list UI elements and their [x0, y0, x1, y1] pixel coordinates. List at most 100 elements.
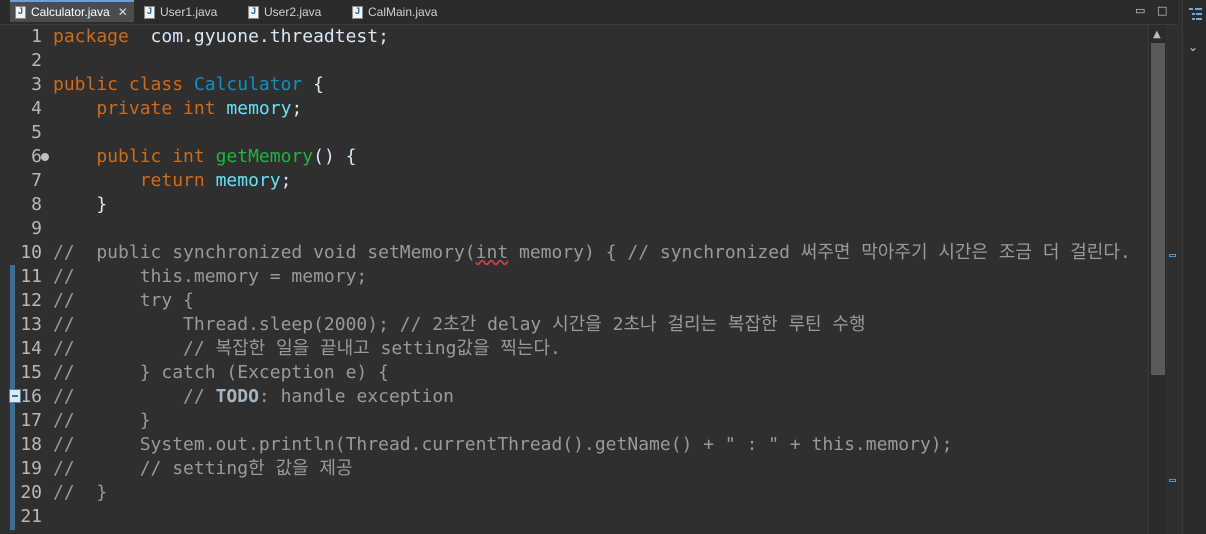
overview-marker[interactable] — [1169, 479, 1176, 482]
code-line[interactable]: 12 // try { — [0, 289, 1148, 313]
code-line[interactable]: 2 — [0, 49, 1148, 73]
code-line[interactable]: 4 private int memory; — [0, 97, 1148, 121]
line-number: 13 — [20, 314, 42, 335]
code-line[interactable]: 18 // System.out.println(Thread.currentTh… — [0, 433, 1148, 457]
tab-calmain-java[interactable]: CalMain.java — [352, 0, 437, 24]
code-token: // public synchronized void setMemory( — [53, 242, 476, 263]
line-number: 9 — [31, 218, 42, 239]
code-text: // // TODO: handle exception — [53, 385, 454, 409]
code-line[interactable]: 13 // Thread.sleep(2000); // 2초간 delay 시간… — [0, 313, 1148, 337]
code-text: // } — [53, 481, 107, 505]
line-number: 4 — [31, 98, 42, 119]
code-text: // } catch (Exception e) { — [53, 361, 389, 385]
maximize-icon[interactable]: □ — [1157, 4, 1167, 17]
tab-user1-java[interactable]: User1.java — [144, 0, 217, 24]
code-token: } — [53, 194, 108, 215]
line-number: 17 — [20, 410, 42, 431]
code-line[interactable]: 11 // this.memory = memory; — [0, 265, 1148, 289]
chevron-down-icon[interactable]: ⌄ — [1188, 40, 1198, 54]
code-token: memory — [215, 170, 281, 191]
code-line[interactable]: 8 } — [0, 193, 1148, 217]
code-text: // Thread.sleep(2000); // 2초간 delay 시간을 … — [53, 313, 866, 337]
code-token: () { — [313, 146, 357, 167]
code-line[interactable]: 17 // } — [0, 409, 1148, 433]
code-text: // try { — [53, 289, 194, 313]
overview-marker[interactable] — [1169, 254, 1176, 257]
code-token: // this.memory = memory; — [53, 266, 368, 287]
code-text: package com.gyuone.threadtest; — [53, 25, 389, 49]
line-number: 3 — [31, 74, 42, 95]
line-number: 12 — [20, 290, 42, 311]
code-token: : handle exception — [258, 386, 454, 407]
code-token: getMemory — [215, 146, 314, 167]
code-text: // // setting한 값을 제공 — [53, 457, 353, 481]
code-token: ; — [280, 170, 292, 191]
code-line[interactable]: 7 return memory; — [0, 169, 1148, 193]
tab-user2-java[interactable]: User2.java — [248, 0, 321, 24]
scrollbar-thumb[interactable] — [1151, 43, 1165, 375]
code-editor[interactable]: 1 package com.gyuone.threadtest; 2 3 public … — [0, 25, 1148, 534]
code-text: // } — [53, 409, 151, 433]
code-token: { — [302, 74, 324, 95]
code-text: } — [53, 193, 107, 217]
code-token: ; — [291, 98, 303, 119]
code-text: // System.out.println(Thread.currentThre… — [53, 433, 952, 457]
line-number: 8 — [31, 194, 42, 215]
code-token: // // — [53, 386, 216, 407]
code-token: // // setting한 값을 제공 — [53, 458, 353, 479]
code-token: package — [53, 26, 129, 47]
code-token: // } — [53, 410, 151, 431]
code-token: // try { — [53, 290, 194, 311]
code-text: // // 복잡한 일을 끝내고 setting값을 찍는다. — [53, 337, 561, 361]
code-token: Calculator — [193, 74, 303, 95]
code-token: TODO — [215, 386, 259, 407]
minimize-icon[interactable]: ▭ — [1135, 4, 1145, 17]
tab-calculator-java[interactable]: Calculator.java ✕ — [10, 0, 134, 22]
code-token: // } — [53, 482, 108, 503]
close-icon[interactable]: ✕ — [118, 5, 128, 19]
code-token: // Thread.sleep(2000); // 2초간 delay 시간을 … — [53, 314, 866, 335]
java-file-icon — [352, 5, 363, 19]
outline-icon[interactable] — [1189, 7, 1202, 20]
code-line[interactable]: 6 public int getMemory() { — [0, 145, 1148, 169]
java-file-icon — [15, 5, 26, 19]
code-line[interactable]: 20 // } — [0, 481, 1148, 505]
line-number: 15 — [20, 362, 42, 383]
code-line[interactable]: 14 // // 복잡한 일을 끝내고 setting값을 찍는다. — [0, 337, 1148, 361]
code-line[interactable]: 10 // public synchronized void setMemory(… — [0, 241, 1148, 265]
code-text: return memory; — [53, 169, 292, 193]
java-file-icon — [248, 5, 259, 19]
scroll-up-icon[interactable]: ▲ — [1153, 29, 1161, 40]
code-line[interactable]: 3 public class Calculator { — [0, 73, 1148, 97]
code-line[interactable]: 21 — [0, 505, 1148, 529]
line-number: 7 — [31, 170, 42, 191]
code-token: // System.out.println(Thread.currentThre… — [53, 434, 953, 455]
fold-toggle-icon[interactable] — [41, 153, 49, 161]
code-line[interactable]: 16 // // TODO: handle exception — [0, 385, 1148, 409]
line-number: 11 — [20, 266, 42, 287]
line-number: 14 — [20, 338, 42, 359]
code-line[interactable]: 5 — [0, 121, 1148, 145]
tab-label: User2.java — [264, 5, 322, 19]
vertical-scrollbar[interactable]: ▲ — [1148, 25, 1167, 534]
code-line[interactable]: 19 // // setting한 값을 제공 — [0, 457, 1148, 481]
code-line[interactable]: 15 // } catch (Exception e) { — [0, 361, 1148, 385]
code-text: private int memory; — [53, 97, 302, 121]
tab-label: User1.java — [160, 5, 218, 19]
code-line[interactable]: 1 package com.gyuone.threadtest; — [0, 25, 1148, 49]
line-number: 16 — [20, 386, 42, 407]
editor-tab-bar: Calculator.java ✕ User1.java User2.java … — [0, 0, 1178, 25]
code-token: memory — [226, 98, 292, 119]
line-number: 19 — [20, 458, 42, 479]
code-token: public int — [96, 146, 216, 167]
code-token: public class — [53, 74, 194, 95]
side-panel: ⌄ — [1182, 0, 1206, 534]
code-text: public int getMemory() { — [53, 145, 356, 169]
code-line[interactable]: 9 — [0, 217, 1148, 241]
tab-label: CalMain.java — [368, 5, 438, 19]
code-token: int — [475, 242, 509, 263]
line-number: 5 — [31, 122, 42, 143]
